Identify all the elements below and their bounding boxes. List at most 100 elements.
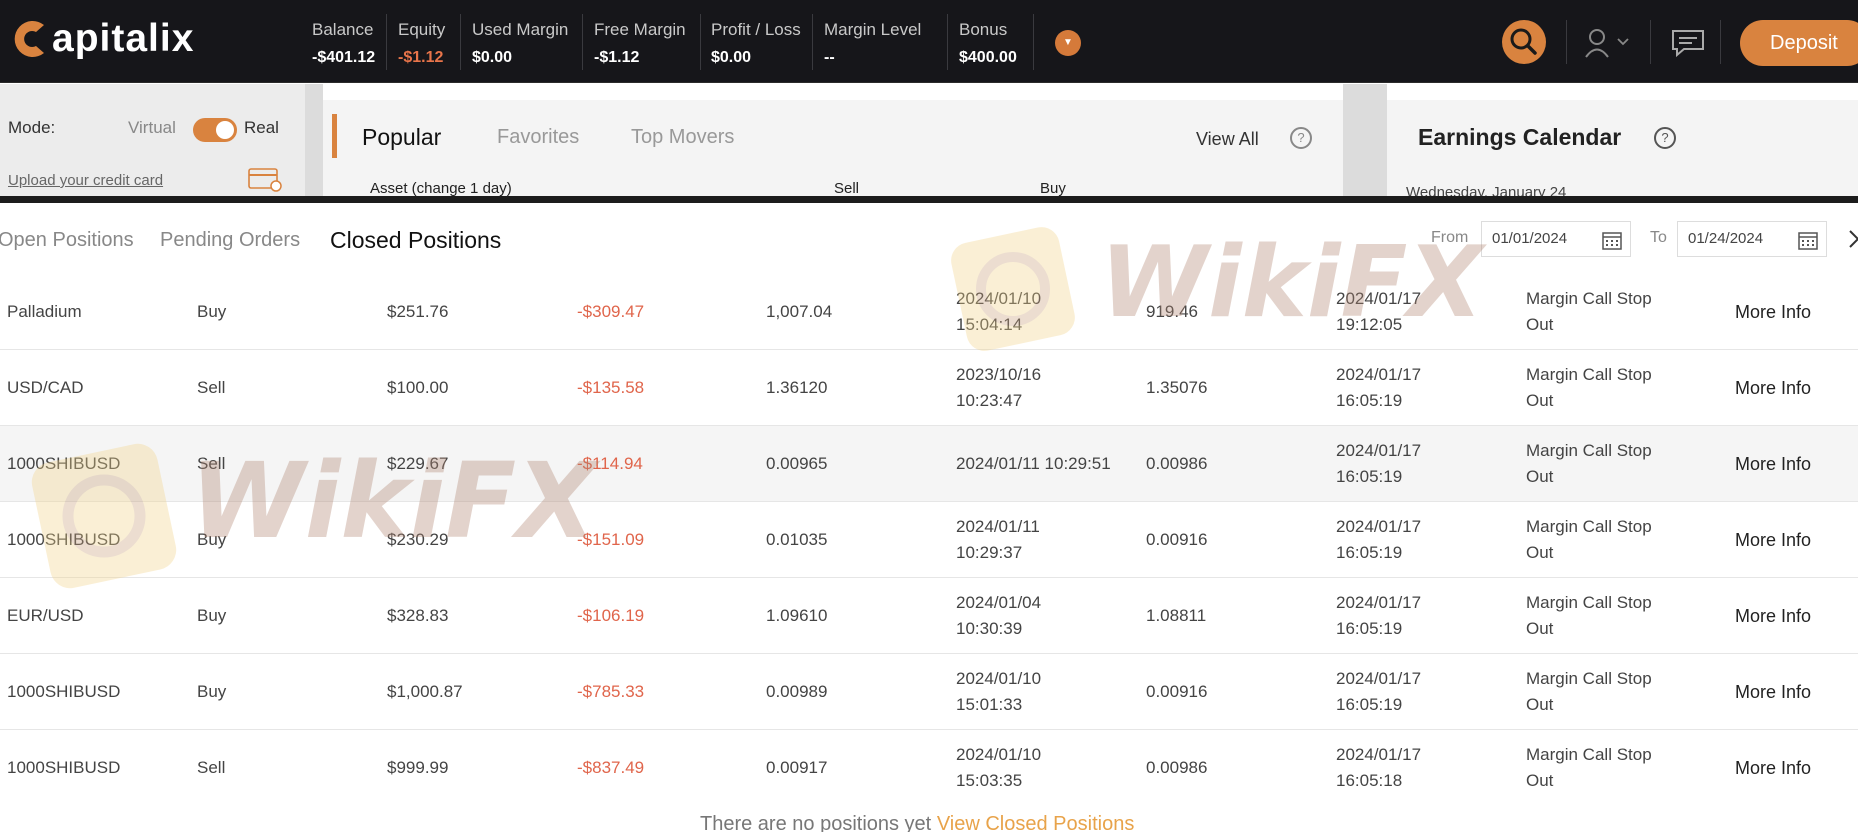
cell-reason-cont: Out: [1526, 771, 1554, 787]
from-date-value: 01/01/2024: [1492, 230, 1568, 247]
cell-amount: $229.67: [387, 454, 449, 473]
account-mode-panel: Mode: Virtual Real Upload your credit ca…: [0, 84, 305, 200]
mode-toggle[interactable]: [193, 118, 237, 142]
cell-close-price: 0.00916: [1146, 682, 1208, 701]
divider: [1650, 20, 1651, 64]
cell-side: Buy: [197, 682, 227, 701]
more-info-link[interactable]: More Info: [1735, 299, 1811, 325]
more-info-link[interactable]: More Info: [1735, 527, 1811, 553]
cell-open-time: 15:01:33: [956, 695, 1023, 714]
cell-reason-cont: Out: [1526, 695, 1554, 714]
more-info-link[interactable]: More Info: [1735, 755, 1811, 781]
cell-open-price: 0.00917: [766, 758, 828, 777]
table-row[interactable]: Palladium Buy $251.76 -$309.47 1,007.04 …: [0, 274, 1858, 350]
logo-c-icon: [14, 21, 44, 58]
deposit-button[interactable]: Deposit: [1740, 20, 1858, 66]
cell-close-time: 16:05:19: [1336, 391, 1403, 410]
stat-margin-level: Margin Level --: [824, 20, 921, 70]
cell-open-time: 10:29:37: [956, 543, 1023, 562]
empty-state-text: There are no positions yet: [700, 813, 932, 832]
cell-asset: 1000SHIBUSD: [7, 530, 121, 549]
stats-expand-button[interactable]: ▼: [1055, 30, 1081, 56]
tab-top-movers[interactable]: Top Movers: [631, 126, 734, 149]
stat-value: $400.00: [959, 49, 1017, 66]
divider: [1033, 14, 1034, 70]
upload-credit-card-link[interactable]: Upload your credit card: [8, 172, 163, 189]
view-closed-positions-link[interactable]: View Closed Positions: [937, 813, 1135, 832]
cell-reason-cont: Out: [1526, 543, 1554, 562]
logo[interactable]: apitalix: [6, 14, 194, 64]
cell-close-date: 2024/01/17: [1336, 441, 1422, 460]
caret-down-icon: ▼: [1063, 37, 1073, 48]
cell-close-time: 16:05:19: [1336, 543, 1403, 562]
table-row[interactable]: 1000SHIBUSD Buy $230.29 -$151.09 0.01035…: [0, 502, 1858, 578]
tab-favorites[interactable]: Favorites: [497, 126, 579, 149]
help-icon[interactable]: ?: [1290, 127, 1312, 149]
earnings-calendar-title: Earnings Calendar: [1418, 124, 1622, 150]
cell-close-price: 0.00916: [1146, 530, 1208, 549]
stat-value: -$1.12: [594, 49, 640, 66]
cell-open-date: 2024/01/11 10:29:51: [956, 454, 1111, 473]
cell-open-price: 1,007.04: [766, 302, 833, 321]
empty-state-message: There are no positions yet View Closed P…: [700, 813, 1134, 832]
to-date-input[interactable]: 01/24/2024: [1677, 221, 1827, 257]
calendar-icon[interactable]: [1602, 230, 1622, 250]
cell-close-time: 16:05:18: [1336, 771, 1403, 787]
cell-reason: Margin Call Stop: [1526, 745, 1652, 764]
tab-closed-positions[interactable]: Closed Positions: [330, 227, 501, 254]
cell-side: Sell: [197, 378, 226, 397]
tab-popular[interactable]: Popular: [362, 124, 441, 151]
stat-value: --: [824, 49, 835, 66]
more-info-link[interactable]: More Info: [1735, 679, 1811, 705]
active-tab-indicator: [332, 114, 337, 158]
cell-reason-cont: Out: [1526, 391, 1554, 410]
table-row[interactable]: EUR/USD Buy $328.83 -$106.19 1.09610 202…: [0, 578, 1858, 654]
search-button[interactable]: [1502, 20, 1546, 64]
more-info-link[interactable]: More Info: [1735, 451, 1811, 477]
cell-close-time: 19:12:05: [1336, 315, 1403, 334]
divider: [700, 14, 701, 70]
to-date-value: 01/24/2024: [1688, 230, 1764, 247]
cell-amount: $100.00: [387, 378, 449, 397]
more-info-link[interactable]: More Info: [1735, 375, 1811, 401]
tab-pending-orders[interactable]: Pending Orders: [160, 229, 300, 252]
user-icon: [1585, 29, 1629, 58]
cell-reason: Margin Call Stop: [1526, 593, 1652, 612]
view-all-link[interactable]: View All: [1196, 129, 1259, 150]
table-row[interactable]: 1000SHIBUSD Buy $1,000.87 -$785.33 0.009…: [0, 654, 1858, 730]
from-date-input[interactable]: 01/01/2024: [1481, 221, 1631, 257]
table-row[interactable]: 1000SHIBUSD Sell $999.99 -$837.49 0.0091…: [0, 730, 1858, 787]
stat-profit-loss: Profit / Loss $0.00: [711, 20, 801, 70]
user-menu[interactable]: [1584, 28, 1634, 58]
help-icon[interactable]: ?: [1654, 127, 1676, 149]
stat-label: Used Margin: [472, 20, 569, 39]
cell-close-time: 16:05:19: [1336, 619, 1403, 638]
table-row[interactable]: USD/CAD Sell $100.00 -$135.58 1.36120 20…: [0, 350, 1858, 426]
more-info-link[interactable]: More Info: [1735, 603, 1811, 629]
from-label: From: [1431, 229, 1469, 246]
cell-profit-loss: -$309.47: [577, 302, 645, 321]
mode-real-label: Real: [244, 118, 279, 137]
cell-side: Buy: [197, 302, 227, 321]
cell-close-time: 16:05:19: [1336, 695, 1403, 714]
cell-reason: Margin Call Stop: [1526, 517, 1652, 536]
cell-close-price: 1.35076: [1146, 378, 1208, 397]
stat-equity: Equity -$1.12: [398, 20, 445, 70]
divider: [460, 14, 461, 70]
chat-button[interactable]: [1670, 28, 1706, 58]
cell-reason: Margin Call Stop: [1526, 441, 1652, 460]
stat-label: Free Margin: [594, 20, 686, 39]
calendar-icon[interactable]: [1798, 230, 1818, 250]
mode-label: Mode:: [8, 118, 56, 137]
cell-close-price: 919.46: [1146, 302, 1198, 321]
table-row[interactable]: 1000SHIBUSD Sell $229.67 -$114.94 0.0096…: [0, 426, 1858, 502]
to-label: To: [1650, 229, 1667, 246]
close-icon[interactable]: [1848, 227, 1858, 251]
cell-side: Buy: [197, 606, 227, 625]
tab-open-positions[interactable]: Open Positions: [0, 229, 134, 252]
cell-reason-cont: Out: [1526, 619, 1554, 638]
cell-open-time: 15:03:35: [956, 771, 1023, 787]
cell-close-date: 2024/01/17: [1336, 517, 1422, 536]
cell-profit-loss: -$151.09: [577, 530, 645, 549]
credit-card-icon[interactable]: [248, 168, 282, 192]
